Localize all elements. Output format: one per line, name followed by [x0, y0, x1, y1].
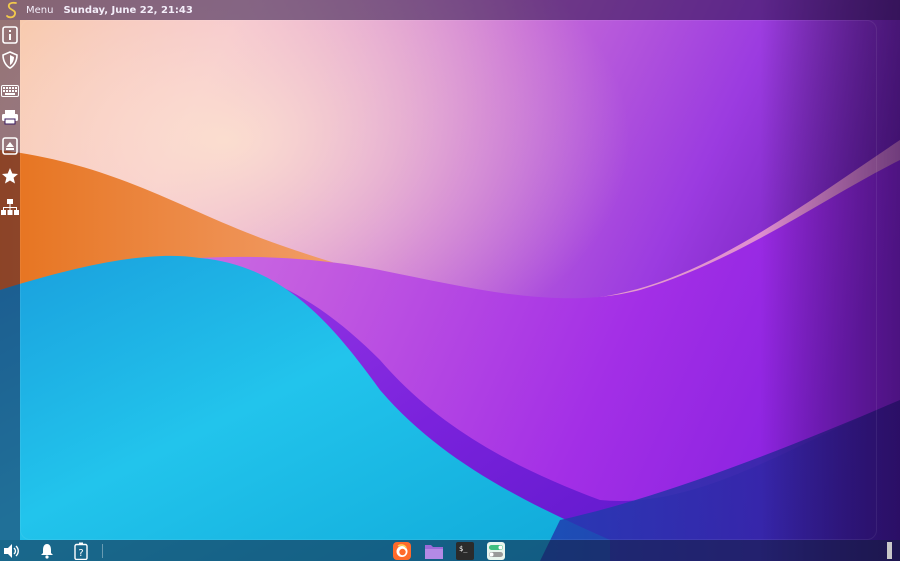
eject-icon[interactable] — [0, 135, 20, 157]
panel-scroll-handle[interactable] — [887, 542, 892, 559]
battery-unknown-icon[interactable]: ? — [70, 540, 92, 561]
left-dock — [0, 20, 20, 540]
info-icon[interactable] — [0, 24, 20, 46]
menu-button[interactable]: Menu — [26, 5, 53, 16]
settings-toggle-icon[interactable] — [486, 542, 506, 560]
star-icon[interactable] — [0, 165, 20, 187]
svg-text:$_: $_ — [459, 545, 468, 553]
desktop: Menu Sunday, June 22, 21:43 ? $_ — [0, 0, 900, 561]
files-folder-icon[interactable] — [424, 542, 444, 560]
panel-separator — [102, 544, 103, 558]
keyboard-icon[interactable] — [0, 80, 20, 102]
printer-icon[interactable] — [0, 106, 20, 128]
swirl-s-logo-icon[interactable] — [3, 0, 21, 20]
notification-bell-icon[interactable] — [36, 540, 58, 561]
bottom-panel: ? $_ — [0, 540, 900, 561]
svg-text:?: ? — [78, 548, 83, 559]
terminal-icon[interactable]: $_ — [455, 542, 475, 560]
shield-icon[interactable] — [0, 49, 20, 71]
volume-icon[interactable] — [1, 540, 23, 561]
network-icon[interactable] — [0, 196, 20, 218]
firefox-icon[interactable] — [392, 542, 412, 560]
window-frame — [20, 20, 877, 540]
clock[interactable]: Sunday, June 22, 21:43 — [63, 5, 192, 16]
top-panel: Menu Sunday, June 22, 21:43 — [0, 0, 900, 20]
